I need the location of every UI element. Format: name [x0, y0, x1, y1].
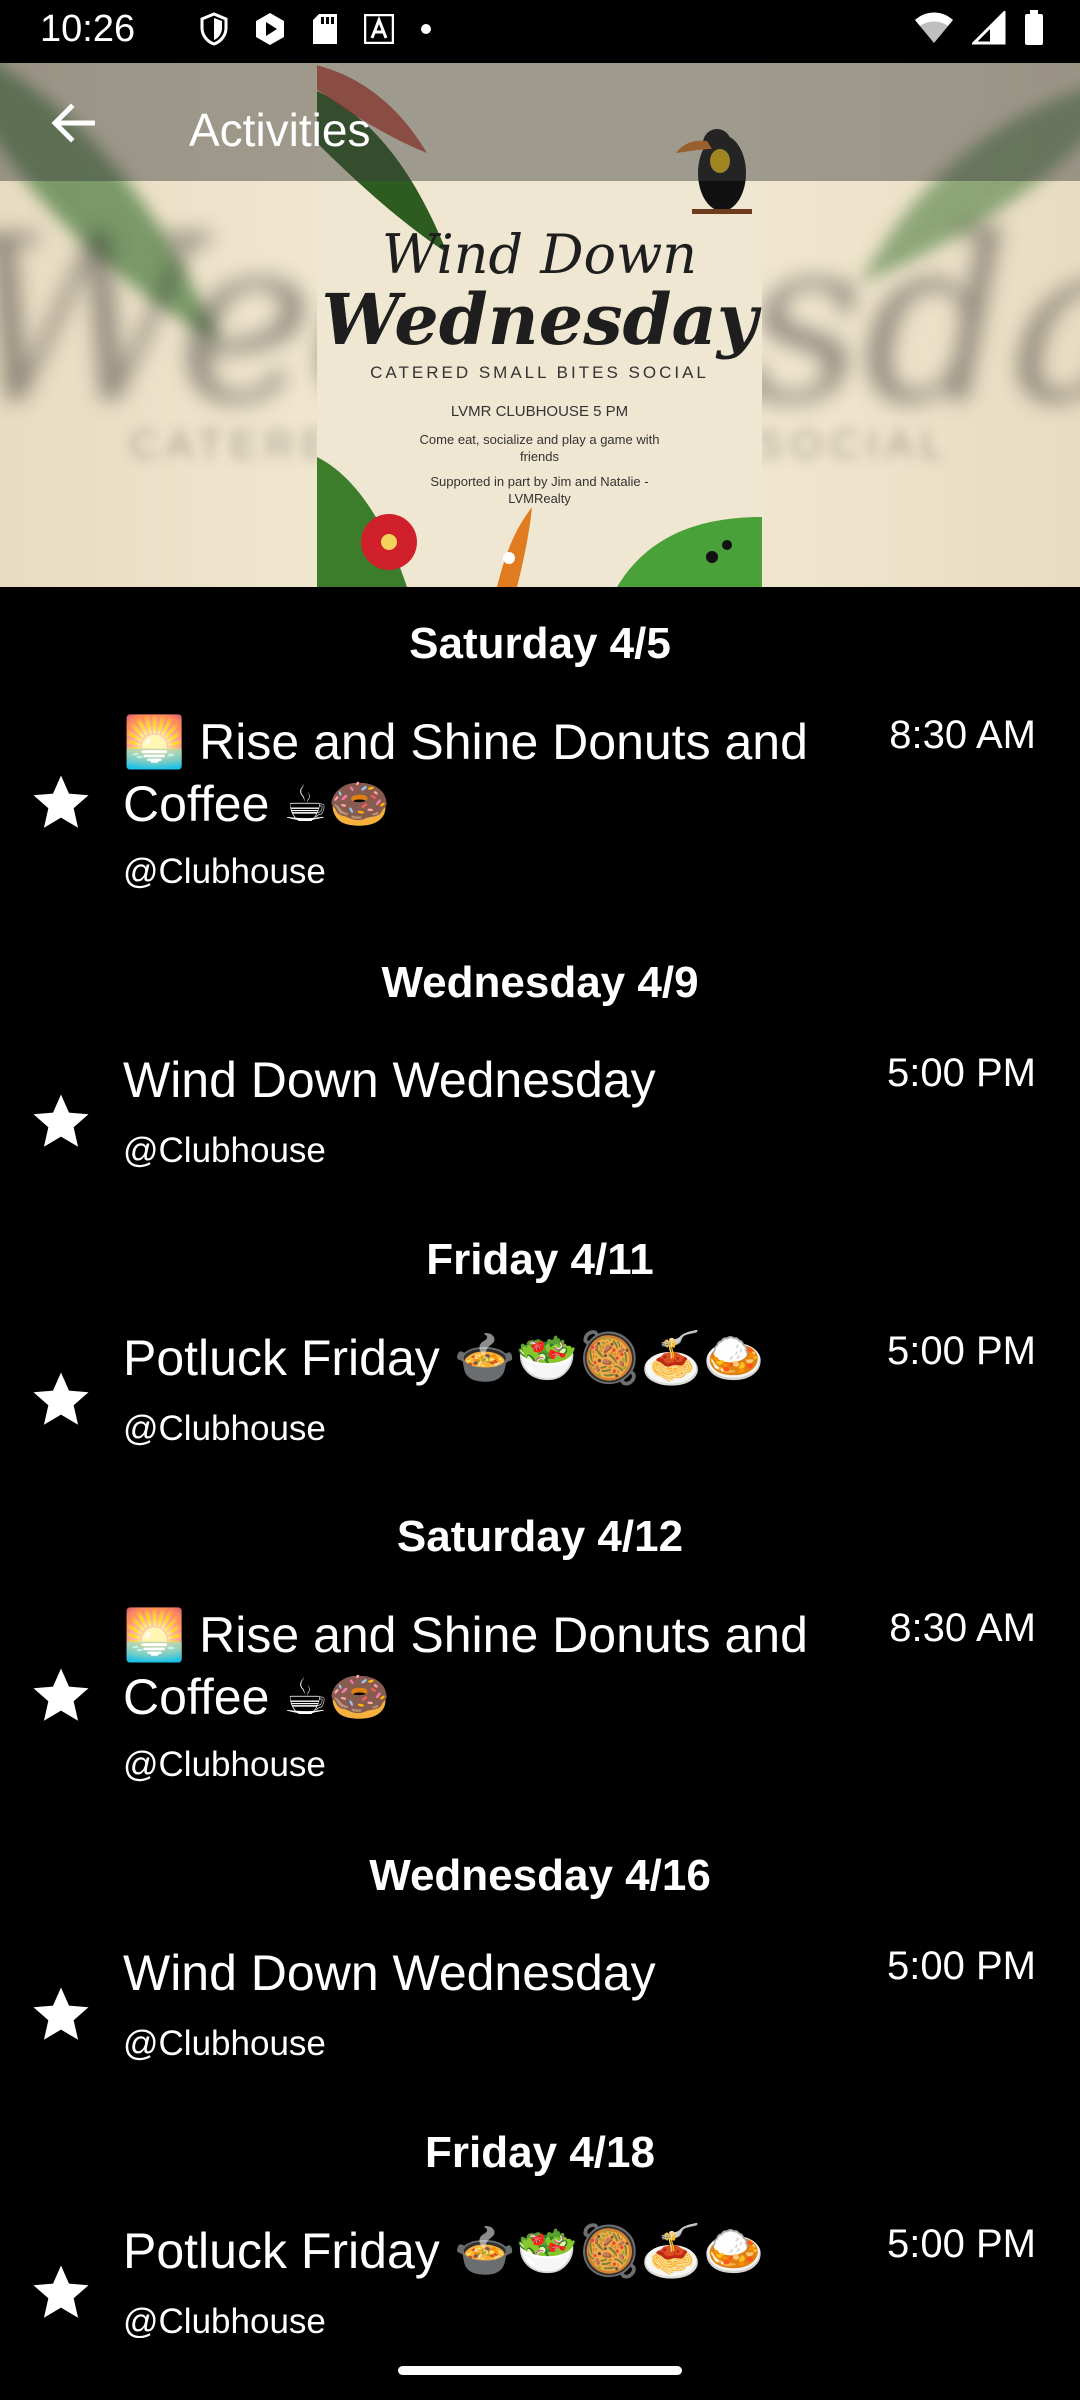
app-bar: Activities	[0, 63, 1080, 181]
poster-support-text: Supported in part by Jim and Natalie - L…	[430, 474, 649, 506]
date-header: Wednesday 4/16	[369, 1851, 711, 1900]
shield-icon	[200, 12, 228, 46]
arrow-back-icon	[51, 103, 95, 143]
poster-title-line2: Wednesday	[321, 278, 758, 361]
activity-item[interactable]: Wind Down Wednesday @Clubhouse 5:00 PM	[0, 1037, 1080, 1187]
status-time: 10:26	[40, 8, 136, 50]
page-title: Activities	[189, 104, 371, 156]
poster-location: LVMR CLUBHOUSE 5 PM	[450, 403, 629, 420]
poster-description: Come eat, socialize and play a game with…	[419, 432, 660, 464]
date-header: Friday 4/18	[425, 2128, 655, 2177]
activity-time: 5:00 PM	[887, 1051, 1036, 1095]
signal-icon	[972, 11, 1006, 45]
battery-icon	[1025, 10, 1043, 45]
date-header: Saturday 4/5	[409, 619, 671, 668]
activity-location: @Clubhouse	[123, 1409, 326, 1448]
activity-time: 8:30 AM	[889, 1606, 1036, 1650]
activity-time: 5:00 PM	[887, 2222, 1036, 2266]
back-button[interactable]	[36, 93, 110, 153]
activity-location: @Clubhouse	[123, 2302, 326, 2338]
star-icon[interactable]	[28, 2260, 94, 2326]
activity-title: Wind Down Wednesday	[123, 1052, 656, 1108]
status-notification-icons	[200, 12, 432, 46]
activity-item[interactable]: 🌅 Rise and Shine Donuts and Coffee ☕🍩 @C…	[0, 697, 1080, 897]
star-icon[interactable]	[28, 1089, 94, 1155]
poster-subtitle: CATERED SMALL BITES SOCIAL	[370, 363, 709, 382]
activity-location: @Clubhouse	[123, 1131, 326, 1170]
star-icon[interactable]	[28, 1367, 94, 1433]
activity-title: 🌅 Rise and Shine Donuts and Coffee ☕🍩	[123, 714, 808, 832]
date-header: Friday 4/11	[426, 1235, 654, 1284]
date-header: Wednesday 4/9	[381, 958, 699, 1007]
activity-time: 8:30 AM	[889, 713, 1036, 757]
sd-card-icon	[313, 14, 337, 44]
status-bar: 10:26	[0, 0, 1080, 63]
activity-item[interactable]: Potluck Friday 🍲🥗🥘🍝🍛 @Clubhouse 5:00 PM	[0, 1315, 1080, 1465]
activity-location: @Clubhouse	[123, 852, 326, 891]
activity-time: 5:00 PM	[887, 1944, 1036, 1988]
play-icon	[256, 13, 284, 45]
activity-title: Potluck Friday 🍲🥗🥘🍝🍛	[123, 2223, 765, 2279]
activity-item[interactable]: Wind Down Wednesday @Clubhouse 5:00 PM	[0, 1930, 1080, 2080]
activity-title: 🌅 Rise and Shine Donuts and Coffee ☕🍩	[123, 1607, 808, 1725]
star-icon[interactable]	[28, 1982, 94, 2048]
wifi-icon	[915, 12, 953, 43]
activity-item[interactable]: Potluck Friday 🍲🥗🥘🍝🍛 @Clubhouse 5:00 PM	[0, 2208, 1080, 2338]
gesture-navigation-handle[interactable]	[398, 2366, 682, 2375]
star-icon[interactable]	[28, 1663, 94, 1729]
carousel-page-indicator[interactable]	[503, 552, 515, 564]
date-header: Saturday 4/12	[396, 1512, 684, 1561]
activity-time: 5:00 PM	[887, 1329, 1036, 1373]
activity-title: Wind Down Wednesday	[123, 1945, 656, 2001]
star-icon[interactable]	[28, 770, 94, 836]
activity-title: Potluck Friday 🍲🥗🥘🍝🍛	[123, 1330, 765, 1386]
status-system-icons	[914, 10, 1044, 46]
activity-location: @Clubhouse	[123, 2024, 326, 2063]
poster-title-line1: Wind Down	[381, 223, 698, 286]
activity-location: @Clubhouse	[123, 1745, 326, 1784]
font-icon	[364, 14, 394, 44]
dot-icon	[421, 24, 431, 34]
activity-item[interactable]: 🌅 Rise and Shine Donuts and Coffee ☕🍩 @C…	[0, 1590, 1080, 1790]
